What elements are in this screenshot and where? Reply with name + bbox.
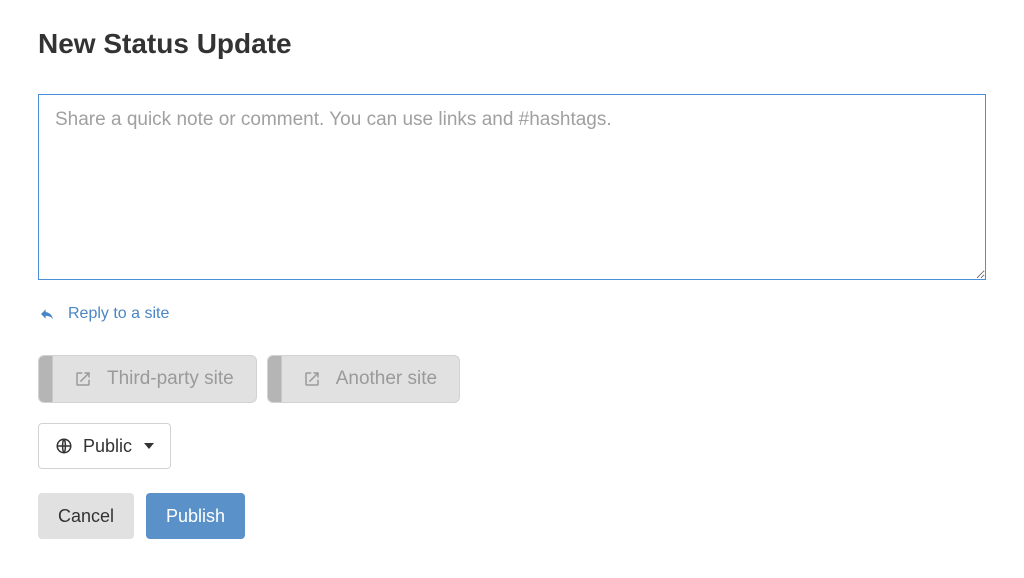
action-row: Cancel Publish: [38, 493, 986, 539]
publish-button[interactable]: Publish: [146, 493, 245, 539]
reply-to-site-link[interactable]: Reply to a site: [68, 305, 169, 323]
share-target-label: Third-party site: [107, 368, 234, 390]
share-targets-row: Third-party site Another site: [38, 355, 986, 403]
share-icon: [73, 369, 93, 389]
share-target-another-site[interactable]: Another site: [267, 355, 460, 403]
share-toggle-handle[interactable]: [268, 356, 282, 402]
page-title: New Status Update: [38, 28, 986, 60]
share-icon: [302, 369, 322, 389]
visibility-label: Public: [83, 436, 132, 457]
visibility-dropdown[interactable]: Public: [38, 423, 171, 469]
chevron-down-icon: [144, 443, 154, 449]
share-toggle-handle[interactable]: [39, 356, 53, 402]
reply-icon: [38, 305, 56, 323]
reply-link-row: Reply to a site: [38, 305, 986, 323]
status-textarea[interactable]: [38, 94, 986, 280]
share-target-label: Another site: [336, 368, 437, 390]
visibility-row: Public: [38, 423, 986, 469]
share-target-third-party[interactable]: Third-party site: [38, 355, 257, 403]
cancel-button[interactable]: Cancel: [38, 493, 134, 539]
globe-icon: [55, 437, 73, 455]
